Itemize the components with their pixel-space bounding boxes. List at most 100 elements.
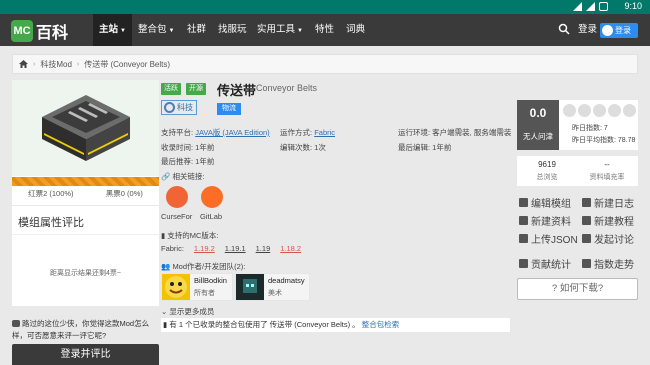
- link-icon: 🔗: [161, 172, 171, 181]
- author-card[interactable]: BillBodkin 所有者: [161, 273, 233, 301]
- platform-row: 支持平台: JAVA版 (JAVA Edition): [161, 127, 270, 138]
- show-more-members[interactable]: ⌄ 显示更多成员: [161, 306, 214, 317]
- action-label: 指数走势: [594, 260, 634, 271]
- curseforge-link[interactable]: CurseFor: [161, 212, 192, 221]
- top-nav: MC 百科 主站 ▼ 整合包 ▼ 社群 找服玩 实用工具 ▼ 特性 词典 登录 登录: [0, 14, 650, 46]
- subcategory-tag[interactable]: 物流: [217, 103, 241, 115]
- nav-item-label: 社群: [187, 24, 207, 35]
- how-to-download-button[interactable]: ? 如何下载?: [517, 278, 638, 300]
- new-tutorial-button[interactable]: 新建教程: [582, 213, 634, 228]
- author-role: 美术: [268, 290, 282, 297]
- runmode-row: 运作方式: Fabric: [280, 127, 335, 138]
- people-icon: 👥: [161, 262, 171, 271]
- recorded-time: 收录时间: 1年前: [161, 143, 215, 152]
- home-icon[interactable]: [19, 60, 28, 68]
- new-data-button[interactable]: 新建资料: [519, 213, 571, 228]
- authors-label: Mod作者/开发团队(2):: [172, 262, 246, 271]
- index-trend-button[interactable]: 指数走势: [582, 256, 634, 271]
- edit-mod-button[interactable]: 编辑模组: [519, 195, 571, 210]
- nav-item-label: 特性: [315, 24, 335, 35]
- nav-item-modpacks[interactable]: 整合包 ▼: [138, 14, 174, 46]
- upload-json-button[interactable]: 上传JSON: [519, 231, 578, 246]
- nav-item-label: 实用工具: [257, 24, 296, 35]
- category-label: 科技: [177, 103, 193, 112]
- logo-badge: MC: [11, 20, 33, 42]
- modpack-note: ▮ 有 1 个已收录的整合包使用了 传送带 (Conveyor Belts) 。…: [161, 318, 510, 332]
- version-link[interactable]: 1.18.2: [280, 244, 301, 253]
- info-icon: ▮: [163, 320, 168, 329]
- related-label: 相关链接:: [172, 172, 205, 181]
- nav-item-servers[interactable]: 找服玩: [218, 14, 247, 46]
- gitlab-link[interactable]: GitLab: [200, 212, 222, 221]
- environment-text: 运行环境: 客户端需装, 服务端需装: [398, 128, 512, 137]
- breadcrumb: › 科技Mod › 传送带 (Conveyor Belts): [12, 54, 638, 74]
- category-tag[interactable]: 科技: [161, 100, 197, 115]
- loader-label: Fabric:: [161, 244, 184, 253]
- search-icon[interactable]: [558, 23, 570, 35]
- login-and-rate-button[interactable]: 登录并评比: [12, 344, 159, 365]
- author-name: BillBodkin: [194, 276, 227, 285]
- vote-ratio-bar: [12, 177, 159, 186]
- author-card[interactable]: deadmatsy 美术: [235, 273, 310, 301]
- views-stat: 9619 总浏览: [517, 160, 577, 182]
- conveyor-belt-block-icon: [41, 95, 130, 161]
- score-box: 0.0 无人问津: [517, 100, 559, 150]
- action-label: 新建教程: [594, 217, 634, 228]
- rating-tip: 路过的这位少侠，你觉得这款Mod怎么样，可否愿意来评一评它呢?: [12, 318, 159, 342]
- nav-item-features[interactable]: 特性: [315, 14, 334, 46]
- start-discussion-button[interactable]: 发起讨论: [582, 231, 634, 246]
- status-badge-opensource: 开源: [186, 83, 206, 95]
- nav-item-dictionary[interactable]: 词典: [346, 14, 365, 46]
- breadcrumb-category[interactable]: 科技Mod: [40, 59, 72, 70]
- star-icon[interactable]: [563, 104, 576, 117]
- action-label: 上传JSON: [531, 235, 578, 246]
- status-bar: 9:10: [0, 0, 650, 14]
- signal-icon: [573, 2, 582, 11]
- contribution-stats-button[interactable]: 贡献统计: [519, 256, 571, 271]
- rating-stars[interactable]: [563, 104, 636, 117]
- vote-counts: 红票2 (100%) 黑票0 (0%): [12, 188, 159, 202]
- action-label: 新建日志: [594, 199, 634, 210]
- version-link[interactable]: 1.19.1: [225, 244, 246, 253]
- show-more-label: 显示更多成员: [169, 307, 215, 316]
- red-votes: 红票2 (100%): [28, 189, 74, 198]
- upload-icon: [519, 234, 528, 243]
- platform-link[interactable]: JAVA版 (JAVA Edition): [195, 128, 269, 137]
- nav-item-community[interactable]: 社群: [187, 14, 206, 46]
- action-label: 贡献统计: [531, 260, 571, 271]
- curseforge-icon[interactable]: [166, 186, 188, 208]
- site-logo[interactable]: MC 百科: [11, 19, 68, 43]
- score-card: 0.0 无人问津 昨日指数: 7 昨日平均指数: 78.78: [517, 100, 638, 150]
- avatar: [162, 274, 190, 300]
- star-icon[interactable]: [623, 104, 636, 117]
- nav-item-main[interactable]: 主站 ▼: [93, 14, 132, 46]
- mod-subtitle: Conveyor Belts: [256, 83, 318, 93]
- gitlab-icon[interactable]: [201, 186, 223, 208]
- rating-tip-text: 路过的这位少侠，你觉得这款Mod怎么样，可否愿意来评一评它呢?: [12, 319, 150, 340]
- version-link[interactable]: 1.19: [256, 244, 271, 253]
- author-role: 所有者: [194, 290, 215, 297]
- authors-heading: 👥 Mod作者/开发团队(2):: [161, 261, 245, 272]
- pie-chart-icon: [519, 259, 528, 268]
- gear-icon: [164, 102, 175, 113]
- nav-item-tools[interactable]: 实用工具 ▼: [257, 14, 303, 46]
- how-to-download-label: 如何下载?: [559, 283, 604, 294]
- star-icon[interactable]: [608, 104, 621, 117]
- discussion-icon: [582, 234, 591, 243]
- nav-item-label: 找服玩: [218, 24, 247, 35]
- bar-chart-icon: [582, 259, 591, 268]
- modpack-search-link[interactable]: 整合包检索: [362, 320, 400, 329]
- score-value: 0.0: [529, 106, 547, 120]
- qq-login-button[interactable]: 登录: [600, 23, 638, 38]
- version-link[interactable]: 1.19.2: [194, 244, 215, 253]
- star-icon[interactable]: [578, 104, 591, 117]
- modpack-note-text: 有 1 个已收录的整合包使用了 传送带 (Conveyor Belts) 。: [169, 320, 360, 329]
- gamepad-icon: ▮: [161, 231, 166, 240]
- star-icon[interactable]: [593, 104, 606, 117]
- nav-item-label: 词典: [346, 24, 366, 35]
- new-log-button[interactable]: 新建日志: [582, 195, 634, 210]
- fill-rate-stat: -- 资料填充率: [577, 160, 637, 182]
- login-link[interactable]: 登录: [578, 14, 597, 46]
- mod-cover-card: 红票2 (100%) 黑票0 (0%): [12, 80, 159, 205]
- runmode-link[interactable]: Fabric: [314, 128, 335, 137]
